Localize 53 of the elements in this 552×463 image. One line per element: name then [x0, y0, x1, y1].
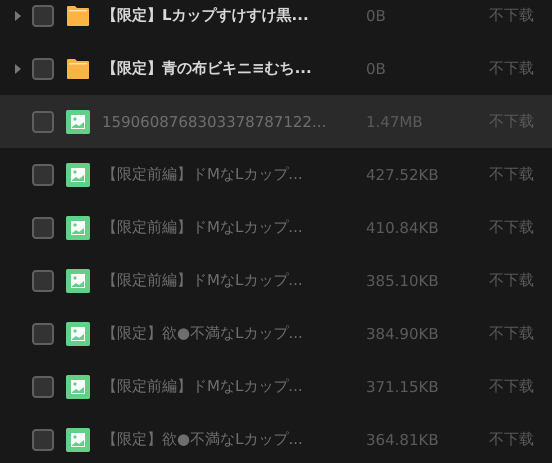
file-name: 【限定前編】ドMなLカップ...	[102, 218, 304, 237]
file-size: 0B	[366, 60, 387, 78]
checkbox[interactable]	[32, 110, 54, 132]
file-size: 385.10KB	[366, 272, 440, 290]
file-size: 427.52KB	[366, 166, 440, 184]
file-size: 0B	[366, 6, 387, 24]
expand-caret-icon[interactable]	[14, 10, 22, 20]
download-status: 不下载	[489, 324, 534, 343]
checkbox[interactable]	[32, 4, 54, 26]
download-status: 不下载	[489, 377, 534, 396]
image-icon	[66, 110, 90, 134]
folder-icon	[66, 58, 90, 80]
expand-caret-icon[interactable]	[14, 64, 22, 74]
file-row[interactable]: 【限定前編】ドMなLカップ... 371.15KB 不下载	[0, 360, 552, 413]
image-icon	[66, 162, 90, 186]
download-status: 不下载	[489, 6, 534, 25]
checkbox[interactable]	[32, 164, 54, 186]
checkbox[interactable]	[32, 270, 54, 292]
file-name: 【限定】青の布ビキニ≡むち...	[102, 59, 313, 78]
file-size: 371.15KB	[366, 378, 440, 396]
file-size: 384.90KB	[366, 324, 440, 342]
file-name: 【限定】Lカップすけすけ黒...	[102, 6, 310, 25]
download-status: 不下载	[489, 218, 534, 237]
file-name: 【限定】欲●不満なLカップ...	[102, 430, 304, 449]
file-name: 【限定】欲●不満なLカップ...	[102, 324, 304, 343]
file-row[interactable]: 【限定】欲●不満なLカップ... 384.90KB 不下载	[0, 307, 552, 360]
download-status: 不下载	[489, 430, 534, 449]
image-icon	[66, 322, 90, 346]
checkbox[interactable]	[32, 322, 54, 344]
file-row[interactable]: 【限定】欲●不満なLカップ... 364.81KB 不下载	[0, 413, 552, 463]
download-status: 不下载	[489, 59, 534, 78]
file-size: 410.84KB	[366, 218, 440, 236]
image-icon	[66, 374, 90, 398]
file-row[interactable]: 【限定前編】ドMなLカップ... 385.10KB 不下载	[0, 254, 552, 307]
file-size: 364.81KB	[366, 430, 440, 448]
image-icon	[66, 268, 90, 292]
file-name: 【限定前編】ドMなLカップ...	[102, 271, 304, 290]
checkbox[interactable]	[32, 216, 54, 238]
folder-icon	[66, 4, 90, 26]
file-row[interactable]: 【限定前編】ドMなLカップ... 410.84KB 不下载	[0, 201, 552, 254]
file-name: 【限定前編】ドMなLカップ...	[102, 165, 304, 184]
file-name: 【限定前編】ドMなLカップ...	[102, 377, 304, 396]
checkbox[interactable]	[32, 376, 54, 398]
image-icon	[66, 216, 90, 240]
download-status: 不下载	[489, 271, 534, 290]
checkbox[interactable]	[32, 58, 54, 80]
file-row[interactable]: 【限定前編】ドMなLカップ... 427.52KB 不下载	[0, 148, 552, 201]
download-status: 不下载	[489, 165, 534, 184]
file-row[interactable]: 【限定】Lカップすけすけ黒... 0B 不下载	[0, 0, 552, 42]
file-name: 1590608768303378787122...	[102, 112, 328, 130]
image-icon	[66, 428, 90, 452]
checkbox[interactable]	[32, 428, 54, 450]
file-row[interactable]: 【限定】青の布ビキニ≡むち... 0B 不下载	[0, 42, 552, 95]
